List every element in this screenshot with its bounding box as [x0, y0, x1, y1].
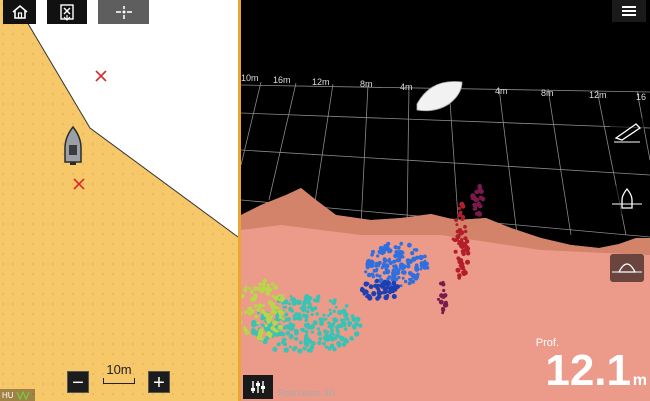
grid-label: 4m — [495, 86, 508, 96]
home-icon — [11, 4, 28, 19]
settings-button[interactable] — [243, 375, 273, 399]
orientation-indicator[interactable]: HU — [0, 389, 35, 401]
chart-canvas[interactable] — [0, 0, 238, 401]
chart-pane[interactable]: − 10m + HU — [0, 0, 238, 401]
front-view-button[interactable] — [610, 254, 644, 282]
sonar-pane[interactable]: 10m 16m 12m 8m 4m 4m 8m 12m 16 Prof. 12.… — [241, 0, 650, 401]
scale-line — [103, 378, 135, 384]
boat-angle-icon — [614, 123, 642, 143]
grid-label: 12m — [312, 77, 330, 87]
grid-label: 16 — [636, 92, 647, 102]
heading-up-icon — [16, 390, 30, 400]
zoom-in-button[interactable]: + — [148, 371, 170, 394]
find-ship-button[interactable] — [98, 0, 149, 24]
hamburger-menu-icon — [622, 6, 636, 16]
boat-front-icon — [612, 263, 642, 273]
grid-label: 12m — [589, 90, 607, 100]
waypoint-map-icon — [60, 4, 74, 21]
depth-value: 12.1 — [545, 346, 631, 395]
menu-button[interactable] — [612, 0, 646, 22]
grid-label: 16m — [273, 75, 291, 85]
grid-label: 4m — [400, 82, 413, 92]
scale-bar: 10m — [102, 362, 136, 388]
side-view-button[interactable] — [610, 186, 644, 214]
orientation-label: HU — [2, 390, 14, 400]
home-button[interactable] — [3, 0, 36, 24]
sonar-3d-view[interactable] — [241, 0, 650, 401]
mode-label: RealVision 3D — [278, 388, 335, 398]
grid-label: 8m — [541, 88, 554, 98]
grid-label: 8m — [360, 79, 373, 89]
vessel-hull-3d — [416, 81, 463, 112]
crosshair-icon — [115, 6, 132, 19]
waypoint-button[interactable] — [47, 0, 87, 24]
boat-view-button[interactable] — [610, 118, 644, 146]
scale-label: 10m — [106, 362, 132, 377]
sliders-icon — [251, 381, 265, 393]
grid-label: 10m — [241, 73, 259, 83]
zoom-out-button[interactable]: − — [67, 371, 89, 394]
depth-unit: m — [632, 372, 647, 389]
boat-side-icon — [612, 187, 642, 209]
